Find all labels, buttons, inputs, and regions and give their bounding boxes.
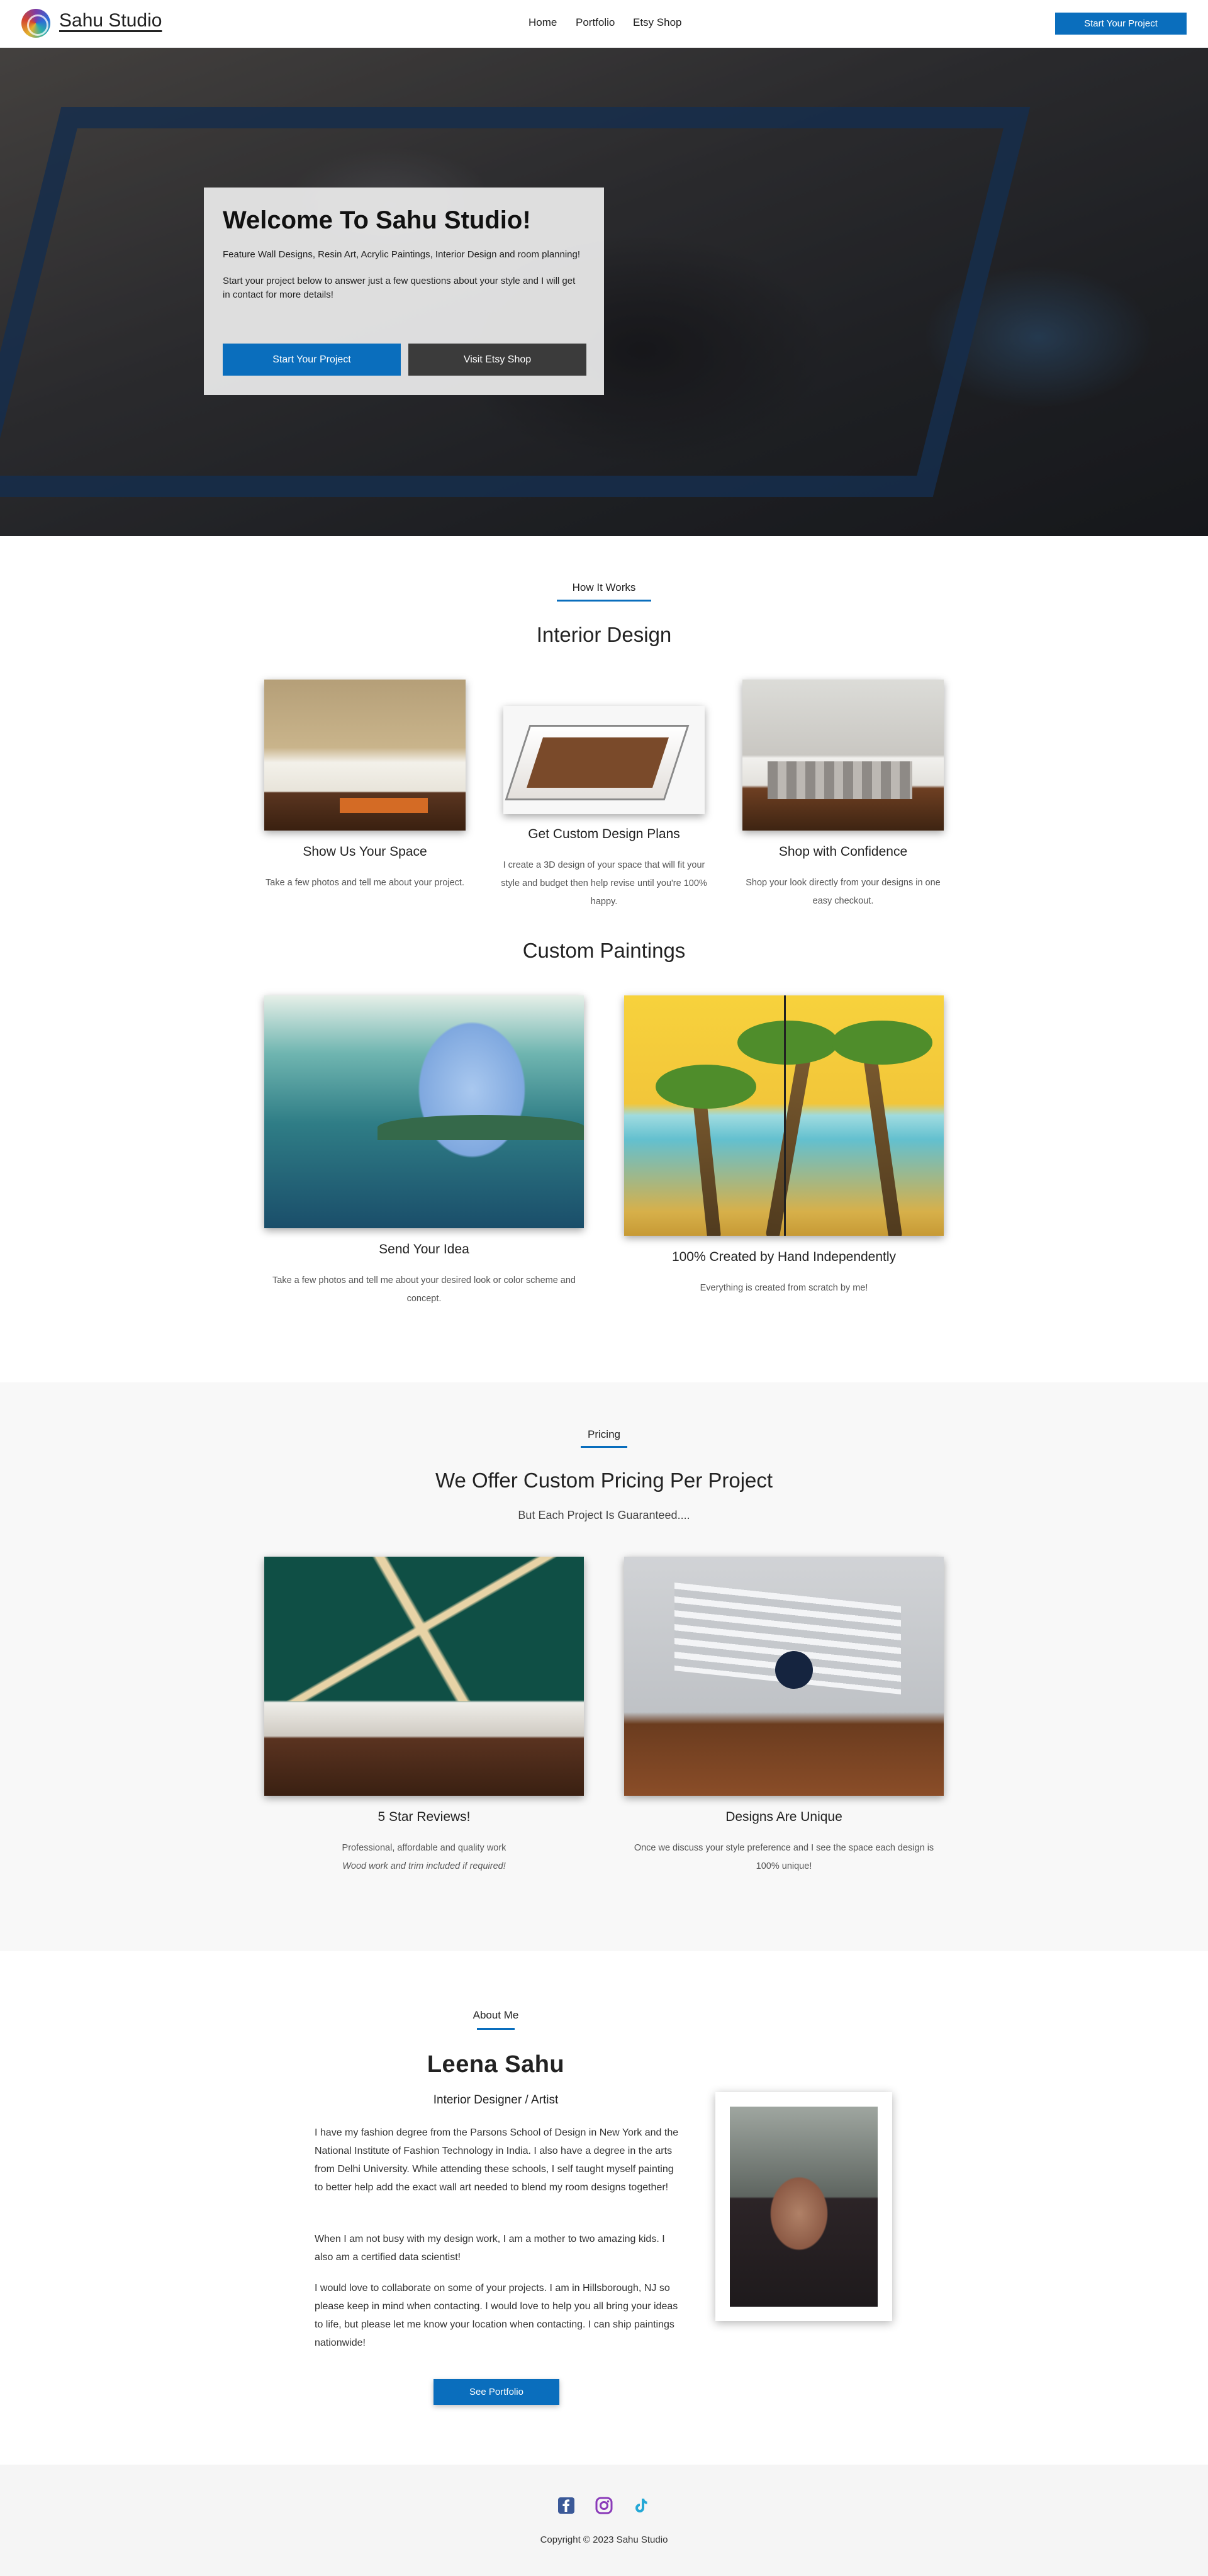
step-text-show-space: Take a few photos and tell me about your… (266, 878, 464, 888)
palm-leaves (737, 1021, 838, 1065)
hero-section: Welcome To Sahu Studio! Feature Wall Des… (0, 48, 1208, 536)
show-space-image (264, 680, 466, 831)
about-name: Leena Sahu (427, 2051, 565, 2078)
nav-home[interactable]: Home (528, 16, 557, 29)
step-text-design-plans: I create a 3D design of your space that … (501, 860, 707, 907)
painting-title-handmade: 100% Created by Hand Independently (671, 1250, 897, 1264)
hero-paragraph-cta: Start your project below to answer just … (223, 276, 576, 300)
step-title-design-plans: Get Custom Design Plans (528, 827, 680, 841)
header-start-project-button[interactable]: Start Your Project (1055, 13, 1187, 35)
hero-visit-etsy-button[interactable]: Visit Etsy Shop (408, 344, 586, 376)
pricing-label: Pricing (588, 1428, 620, 1440)
pricing-underline (581, 1446, 627, 1448)
copyright-text: Copyright © 2023 Sahu Studio (540, 2534, 668, 2545)
hero-card: Welcome To Sahu Studio! Feature Wall Des… (204, 188, 604, 395)
about-paragraph-collaborate: I would love to collaborate on some of y… (315, 2283, 678, 2348)
how-it-works-label: How It Works (572, 581, 636, 593)
design-plan-image (503, 706, 705, 814)
instagram-icon[interactable] (594, 2495, 614, 2516)
hero-overlay (0, 48, 1208, 536)
hero-paragraph-services: Feature Wall Designs, Resin Art, Acrylic… (223, 249, 581, 260)
palm-painting-image (624, 995, 944, 1236)
how-it-works-underline (557, 600, 651, 602)
grey-wall-image (624, 1557, 944, 1796)
painting-text-handmade: Everything is created from scratch by me… (700, 1283, 868, 1293)
about-label: About Me (473, 2009, 519, 2021)
portrait-photo (730, 2107, 878, 2307)
facebook-icon[interactable] (556, 2495, 576, 2516)
see-portfolio-button[interactable]: See Portfolio (433, 2379, 559, 2405)
step-text-shop: Shop your look directly from your design… (746, 878, 941, 906)
logo-icon[interactable] (21, 9, 50, 38)
painting-title-send-idea: Send Your Idea (379, 1242, 469, 1257)
palm-trunk (863, 1051, 903, 1236)
footer (0, 2465, 1208, 2576)
palm-leaves (656, 1065, 756, 1109)
pricing-heading: We Offer Custom Pricing Per Project (435, 1469, 773, 1492)
custom-paintings-heading: Custom Paintings (522, 939, 686, 962)
palm-trunk (765, 1052, 812, 1236)
site-header: Sahu Studio Home Portfolio Etsy Shop Sta… (0, 0, 1208, 48)
brand-name[interactable]: Sahu Studio (59, 10, 162, 31)
about-paragraph-family: When I am not busy with my design work, … (315, 2234, 665, 2263)
tiktok-icon[interactable] (630, 2495, 651, 2516)
shop-confidence-image (742, 680, 944, 831)
pricing-text-unique: Once we discuss your style preference an… (634, 1843, 934, 1871)
palm-trunk (691, 1089, 722, 1236)
hero-buttons: Start Your Project Visit Etsy Shop (223, 344, 586, 376)
about-underline (477, 2028, 515, 2030)
pricing-note-woodwork: Wood work and trim included if required! (342, 1861, 506, 1871)
palm-leaves (832, 1021, 932, 1065)
painting-text-send-idea: Take a few photos and tell me about your… (272, 1275, 576, 1304)
interior-design-heading: Interior Design (536, 623, 672, 646)
nav-portfolio[interactable]: Portfolio (576, 16, 615, 29)
nav-etsy-shop[interactable]: Etsy Shop (633, 16, 682, 29)
canvas-divider (784, 995, 786, 1236)
pricing-title-unique: Designs Are Unique (725, 1810, 842, 1824)
pricing-section (0, 1382, 1208, 1951)
hero-start-project-button[interactable]: Start Your Project (223, 344, 401, 376)
about-paragraph-education: I have my fashion degree from the Parson… (315, 2127, 679, 2193)
step-title-show-space: Show Us Your Space (303, 844, 427, 859)
hero-title: Welcome To Sahu Studio! (223, 206, 531, 234)
portrait-frame (715, 2092, 892, 2321)
wave-painting-image (264, 995, 584, 1228)
pricing-title-reviews: 5 Star Reviews! (378, 1810, 471, 1824)
pricing-subtitle: But Each Project Is Guaranteed.... (518, 1509, 690, 1521)
pricing-text-reviews: Professional, affordable and quality wor… (342, 1843, 506, 1853)
plan-floor (527, 737, 669, 788)
step-title-shop: Shop with Confidence (778, 844, 908, 859)
green-wall-image (264, 1557, 584, 1796)
